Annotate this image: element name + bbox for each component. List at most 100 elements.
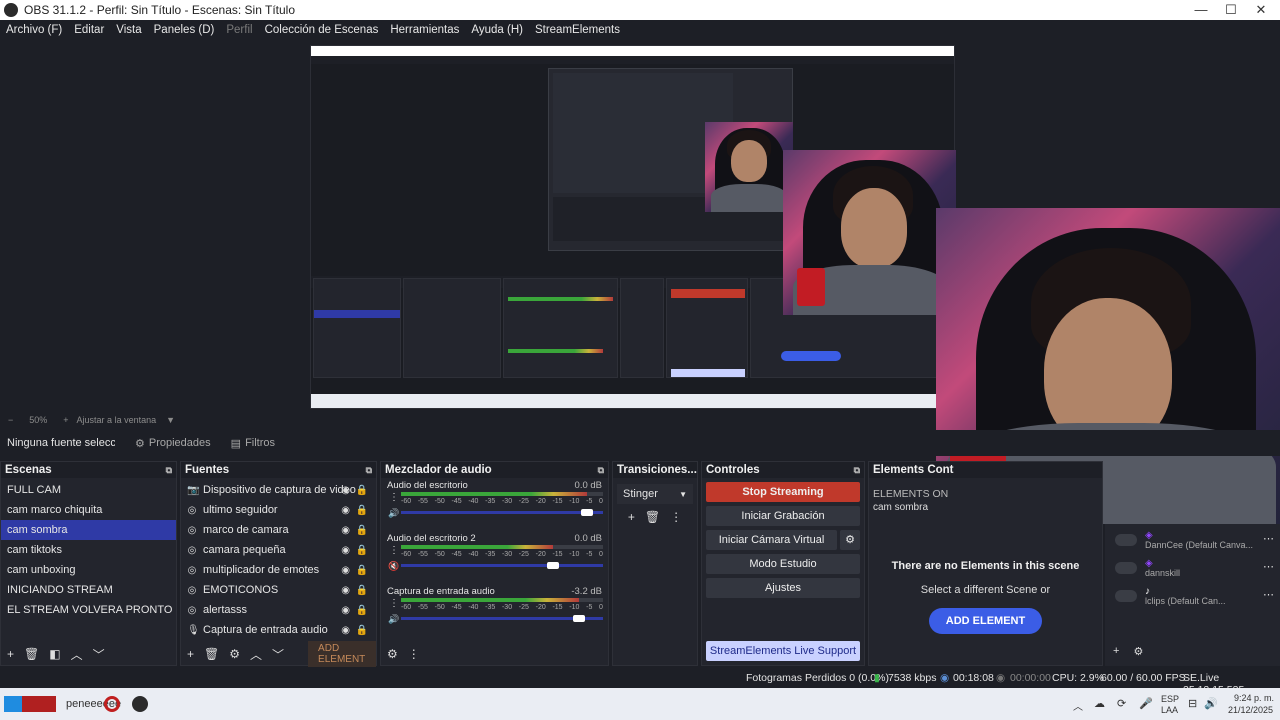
live-support-button[interactable]: StreamElements Live Support — [706, 641, 860, 661]
eye-icon[interactable]: ◉ — [341, 625, 350, 636]
eye-icon[interactable]: ◉ — [341, 605, 350, 616]
source-item[interactable]: ◎ multiplicador de emotes ◉ 🔒 — [181, 560, 376, 580]
add-scene-button[interactable]: + — [7, 647, 14, 661]
delete-scene-button[interactable]: 🗑 — [24, 647, 39, 661]
volume-slider[interactable] — [401, 615, 603, 622]
lock-icon[interactable]: 🔒 — [356, 545, 368, 556]
menu-item[interactable]: Vista — [116, 24, 141, 36]
volume-slider[interactable] — [401, 509, 603, 516]
menu-item[interactable]: StreamElements — [535, 24, 620, 36]
more-icon[interactable]: ⋯ — [1263, 560, 1274, 573]
source-item[interactable]: ◎ EMOTICONOS ◉ 🔒 — [181, 580, 376, 600]
scene-filters-button[interactable]: ◧ — [49, 647, 60, 661]
studio-mode-button[interactable]: Modo Estudio — [706, 554, 860, 574]
tray-cloud-icon[interactable]: ☁ — [1094, 697, 1105, 710]
zoom-fit-label[interactable]: Ajustar a la ventana — [77, 415, 157, 425]
volume-icon[interactable]: 🔊 — [1204, 697, 1218, 710]
eye-icon[interactable]: ◉ — [341, 585, 350, 596]
eye-icon[interactable]: ◉ — [341, 525, 350, 536]
network-icon[interactable]: ⊟ — [1188, 697, 1197, 710]
channel-menu-icon[interactable]: ⋮ — [389, 492, 399, 503]
scene-item[interactable]: EL STREAM VOLVERA PRONTO — [1, 600, 176, 620]
transition-menu-button[interactable]: ⋮ — [670, 510, 682, 524]
virtual-cam-button[interactable]: Iniciar Cámara Virtual — [706, 530, 837, 550]
transition-select[interactable]: Stinger ▼ — [617, 484, 693, 504]
muted-speaker-icon[interactable]: 🔇 — [388, 561, 399, 572]
recording-app-icon[interactable] — [104, 696, 120, 712]
toggle-switch[interactable] — [1115, 590, 1137, 602]
close-button[interactable]: ✕ — [1246, 0, 1276, 20]
undock-icon[interactable]: ⧉ — [598, 462, 604, 478]
lock-icon[interactable]: 🔒 — [356, 585, 368, 596]
add-output-button[interactable]: + — [1113, 645, 1119, 658]
start-recording-button[interactable]: Iniciar Grabación — [706, 506, 860, 526]
lang-secondary[interactable]: LAA — [1161, 705, 1178, 715]
delete-source-button[interactable]: 🗑 — [204, 647, 219, 661]
speaker-icon[interactable]: 🔊 — [388, 508, 399, 519]
add-element-button[interactable]: ADD ELEMENT — [929, 608, 1042, 634]
gear-icon[interactable]: ⚙ — [1133, 645, 1143, 658]
menu-item[interactable]: Herramientas — [390, 24, 459, 36]
more-icon[interactable]: ⋯ — [1263, 588, 1274, 601]
move-up-button[interactable]: ︿ — [71, 646, 83, 663]
toggle-switch[interactable] — [1115, 562, 1137, 574]
eye-icon[interactable]: ◉ — [341, 545, 350, 556]
source-properties-button[interactable]: ⚙ — [229, 647, 240, 661]
eye-icon[interactable]: ◉ — [341, 565, 350, 576]
add-element-button[interactable]: ADD ELEMENT — [308, 641, 376, 667]
add-transition-button[interactable]: + — [628, 510, 635, 524]
toggle-switch[interactable] — [1115, 534, 1137, 546]
stop-streaming-button[interactable]: Stop Streaming — [706, 482, 860, 502]
properties-button[interactable]: ⚙ Propiedades — [135, 437, 211, 450]
filters-button[interactable]: ▤ Filtros — [231, 437, 275, 450]
menu-item[interactable]: Perfil — [226, 24, 252, 36]
lock-icon[interactable]: 🔒 — [356, 565, 368, 576]
move-up-button[interactable]: ︿ — [250, 646, 262, 663]
undock-icon[interactable]: ⧉ — [854, 462, 860, 478]
undock-icon[interactable]: ⧉ — [366, 462, 372, 478]
scene-item[interactable]: INICIANDO STREAM — [1, 580, 176, 600]
clock-date[interactable]: 21/12/2025 — [1228, 705, 1273, 715]
menu-item[interactable]: Archivo (F) — [6, 24, 62, 36]
source-item[interactable]: ◎ camara pequeña ◉ 🔒 — [181, 540, 376, 560]
scene-item[interactable]: cam marco chiquita — [1, 500, 176, 520]
volume-slider[interactable] — [401, 562, 603, 569]
advanced-audio-button[interactable]: ⚙ — [387, 647, 398, 661]
lock-icon[interactable]: 🔒 — [356, 605, 368, 616]
source-item[interactable]: 📷 Dispositivo de captura de video ◉ 🔒 — [181, 480, 376, 500]
start-icon[interactable] — [4, 696, 22, 712]
mixer-menu-button[interactable]: ⋮ — [408, 647, 420, 661]
zoom-out-button[interactable]: − — [8, 415, 13, 425]
tray-chevron-icon[interactable]: ︿ — [1073, 698, 1083, 713]
eye-icon[interactable]: ◉ — [341, 485, 350, 496]
source-item[interactable]: ◎ ultimo seguidor ◉ 🔒 — [181, 500, 376, 520]
lock-icon[interactable]: 🔒 — [356, 505, 368, 516]
scene-item[interactable]: cam unboxing — [1, 560, 176, 580]
add-source-button[interactable]: + — [187, 647, 194, 661]
lang-primary[interactable]: ESP — [1161, 694, 1179, 704]
channel-menu-icon[interactable]: ⋮ — [389, 545, 399, 556]
volume-knob[interactable] — [572, 615, 585, 622]
source-item[interactable]: 🎙 Captura de entrada audio ◉ 🔒 — [181, 620, 376, 640]
channel-menu-icon[interactable]: ⋮ — [389, 598, 399, 609]
zoom-in-button[interactable]: + — [63, 415, 68, 425]
virtual-cam-settings-gear-icon[interactable]: ⚙ — [840, 530, 860, 550]
menu-item[interactable]: Ayuda (H) — [471, 24, 523, 36]
obs-taskbar-icon[interactable] — [132, 696, 148, 712]
delete-transition-button[interactable]: 🗑 — [645, 510, 660, 524]
clock-time[interactable]: 9:24 p. m. — [1234, 693, 1274, 703]
more-icon[interactable]: ⋯ — [1263, 532, 1274, 545]
source-item[interactable]: ◎ alertasss ◉ 🔒 — [181, 600, 376, 620]
tray-sync-icon[interactable]: ⟳ — [1117, 697, 1126, 710]
lock-icon[interactable]: 🔒 — [356, 525, 368, 536]
zoom-dropdown-icon[interactable]: ▼ — [166, 415, 175, 425]
menu-item[interactable]: Editar — [74, 24, 104, 36]
move-down-button[interactable]: ﹀ — [93, 646, 105, 663]
scene-item[interactable]: FULL CAM — [1, 480, 176, 500]
menu-item[interactable]: Paneles (D) — [154, 24, 215, 36]
eye-icon[interactable]: ◉ — [341, 505, 350, 516]
menu-item[interactable]: Colección de Escenas — [265, 24, 379, 36]
tray-mic-icon[interactable]: 🎤 — [1139, 697, 1153, 710]
speaker-icon[interactable]: 🔊 — [388, 614, 399, 625]
maximize-button[interactable]: ☐ — [1216, 0, 1246, 20]
